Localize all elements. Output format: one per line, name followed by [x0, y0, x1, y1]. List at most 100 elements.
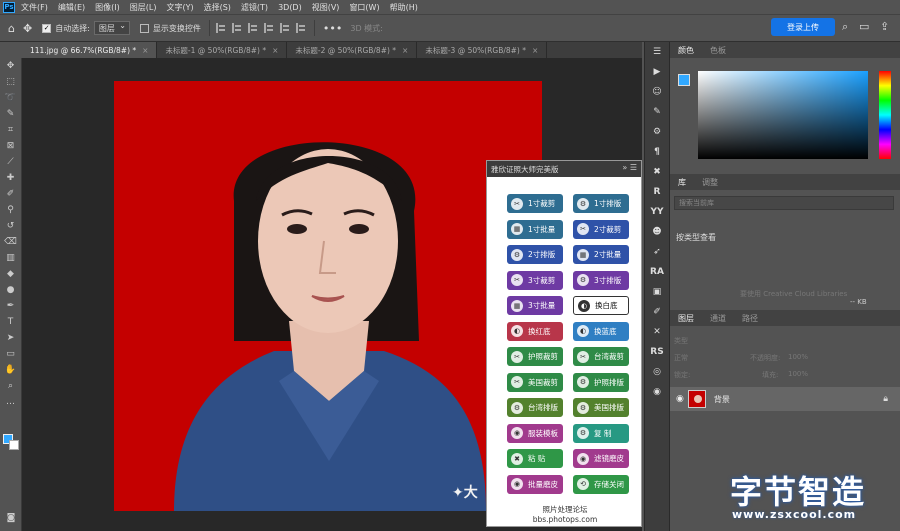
cloud-upload-button[interactable]: 登录上传 [771, 18, 835, 36]
panel-menu-icon[interactable]: » ☰ [622, 163, 637, 172]
menu-file[interactable]: 文件(F) [21, 2, 48, 13]
show-transform-checkbox[interactable] [139, 23, 149, 33]
foreground-color-swatch[interactable] [678, 74, 690, 86]
eraser-tool-icon[interactable]: ⌫ [0, 234, 21, 250]
plugin-button[interactable]: ✂ 台湾裁剪 [573, 347, 629, 366]
portrait-plugin-icon[interactable]: ☻ [645, 222, 669, 242]
play-icon[interactable]: ▶ [645, 62, 669, 82]
menu-help[interactable]: 帮助(H) [390, 2, 418, 13]
auto-select-dropdown[interactable]: 图层 [93, 21, 130, 35]
workspace-icon[interactable]: ▭ [859, 20, 869, 33]
plugin-button[interactable]: ◐ 换蓝底 [573, 321, 629, 341]
menu-edit[interactable]: 编辑(E) [58, 2, 85, 13]
close-icon[interactable]: × [402, 46, 408, 55]
healing-tool-icon[interactable]: ✚ [0, 170, 21, 186]
align-middle-icon[interactable] [279, 23, 290, 33]
menu-3d[interactable]: 3D(D) [278, 3, 302, 12]
menu-filter[interactable]: 滤镜(T) [241, 2, 268, 13]
plugin-button[interactable]: ⟲ 存储关闭 [573, 474, 629, 494]
align-bottom-icon[interactable] [295, 23, 306, 33]
edit-plugin-icon[interactable]: ✐ [645, 302, 669, 322]
blend-mode-dropdown[interactable]: 正常 [674, 353, 688, 363]
close-icon[interactable]: × [532, 46, 538, 55]
id-photo-image[interactable] [114, 81, 542, 511]
stamp-tool-icon[interactable]: ⚲ [0, 202, 21, 218]
move-tool-icon[interactable]: ✥ [0, 58, 21, 74]
more-icon[interactable]: ••• [323, 22, 342, 35]
tab-document-3[interactable]: 未标题-2 @ 50%(RGB/8#) * × [287, 42, 418, 58]
library-search-input[interactable]: 搜索当前库 [674, 196, 894, 210]
hue-slider[interactable] [879, 71, 891, 159]
brush-tool-icon[interactable]: ✐ [0, 186, 21, 202]
color-picker-field[interactable] [698, 71, 868, 159]
align-top-icon[interactable] [263, 23, 274, 33]
tab-paths[interactable]: 路径 [734, 313, 766, 324]
menu-window[interactable]: 窗口(W) [349, 2, 379, 13]
layer-row[interactable]: ◉ 背景 🔒︎ [670, 387, 900, 411]
fill-value[interactable]: 100% [788, 370, 808, 378]
gradient-tool-icon[interactable]: ▥ [0, 250, 21, 266]
close-icon[interactable]: × [142, 46, 148, 55]
close-icon[interactable]: × [272, 46, 278, 55]
cross-plugin-icon[interactable]: ✕ [645, 322, 669, 342]
search-icon[interactable]: ⌕ [842, 20, 848, 34]
quick-select-tool-icon[interactable]: ✎ [0, 106, 21, 122]
plugin-button[interactable]: ◐ 换红底 [507, 321, 563, 341]
blur-tool-icon[interactable]: ◆ [0, 266, 21, 282]
zoom-tool-icon[interactable]: ⌕ [0, 378, 21, 394]
tab-swatches[interactable]: 色板 [702, 45, 734, 56]
plugin-button[interactable]: ✖ 粘 贴 [507, 449, 563, 468]
hand-tool-icon[interactable]: ✋ [0, 362, 21, 378]
more-tools-icon[interactable]: … [0, 394, 21, 410]
plugin-button[interactable]: ✂ 3寸裁剪 [507, 270, 563, 290]
background-color-swatch[interactable] [9, 440, 19, 450]
brush-settings-icon[interactable]: ✎ [645, 102, 669, 122]
share-icon[interactable]: ⇪ [880, 20, 889, 33]
frame-tool-icon[interactable]: ⊠ [0, 138, 21, 154]
align-left-icon[interactable] [215, 23, 226, 33]
plugin-button[interactable]: ⚙ 台湾排版 [507, 398, 563, 417]
tab-adjustments[interactable]: 调整 [694, 177, 726, 188]
globe-plugin-icon[interactable]: ◎ [645, 362, 669, 382]
align-center-icon[interactable] [231, 23, 242, 33]
menu-type[interactable]: 文字(Y) [166, 2, 193, 13]
tab-channels[interactable]: 通道 [702, 313, 734, 324]
plugin-button[interactable]: ✂ 1寸裁剪 [507, 194, 563, 213]
layer-filter-dropdown[interactable]: 类型 [674, 336, 688, 346]
tab-document-2[interactable]: 未标题-1 @ 50%(RGB/8#) * × [157, 42, 288, 58]
plugin-button[interactable]: ▦ 1寸批量 [507, 219, 563, 239]
tab-document-1[interactable]: 111.jpg @ 66.7%(RGB/8#) * × [22, 42, 158, 58]
circle-plugin-icon[interactable]: ◉ [645, 382, 669, 402]
history-icon[interactable]: ☰ [645, 42, 669, 62]
type-tool-icon[interactable]: T [0, 314, 21, 330]
plugin-button[interactable]: ▦ 3寸批量 [507, 296, 563, 315]
marquee-tool-icon[interactable]: ⬚ [0, 74, 21, 90]
home-icon[interactable]: ⌂ [8, 22, 15, 35]
auto-select-checkbox[interactable]: ✓ [42, 23, 52, 33]
menu-image[interactable]: 图像(I) [95, 2, 120, 13]
tab-layers[interactable]: 图层 [670, 313, 702, 324]
tab-color[interactable]: 颜色 [670, 45, 702, 56]
plugin-button[interactable]: ⚙ 1寸排版 [573, 194, 629, 213]
plugin-button[interactable]: ⚙ 护照排版 [573, 372, 629, 392]
rs-plugin-icon[interactable]: RS [645, 342, 669, 362]
bird-icon[interactable]: ➶ [645, 242, 669, 262]
eyedropper-tool-icon[interactable]: ⟋ [0, 154, 21, 170]
ra-plugin-icon[interactable]: RA [645, 262, 669, 282]
plugin-icon[interactable]: ▣ [645, 282, 669, 302]
path-select-tool-icon[interactable]: ➤ [0, 330, 21, 346]
paragraph-icon[interactable]: ¶ [645, 142, 669, 162]
move-tool-icon[interactable]: ✥ [23, 22, 32, 35]
quick-mask-icon[interactable]: ◙ [0, 510, 22, 526]
plugin-button[interactable]: ⚙ 复 制 [573, 423, 629, 443]
tools-x-icon[interactable]: ✖ [645, 162, 669, 182]
plugin-button[interactable]: ▦ 2寸批量 [573, 245, 629, 264]
menu-layer[interactable]: 图层(L) [130, 2, 157, 13]
align-right-icon[interactable] [247, 23, 258, 33]
r-plugin-icon[interactable]: R [645, 182, 669, 202]
menu-view[interactable]: 视图(V) [312, 2, 340, 13]
dodge-tool-icon[interactable]: ● [0, 282, 21, 298]
plugin-button[interactable]: ◉ 滤镜磨皮 [573, 449, 629, 468]
y-plugin-icon[interactable]: YY [645, 202, 669, 222]
plugin-button[interactable]: ✂ 2寸裁剪 [573, 219, 629, 239]
